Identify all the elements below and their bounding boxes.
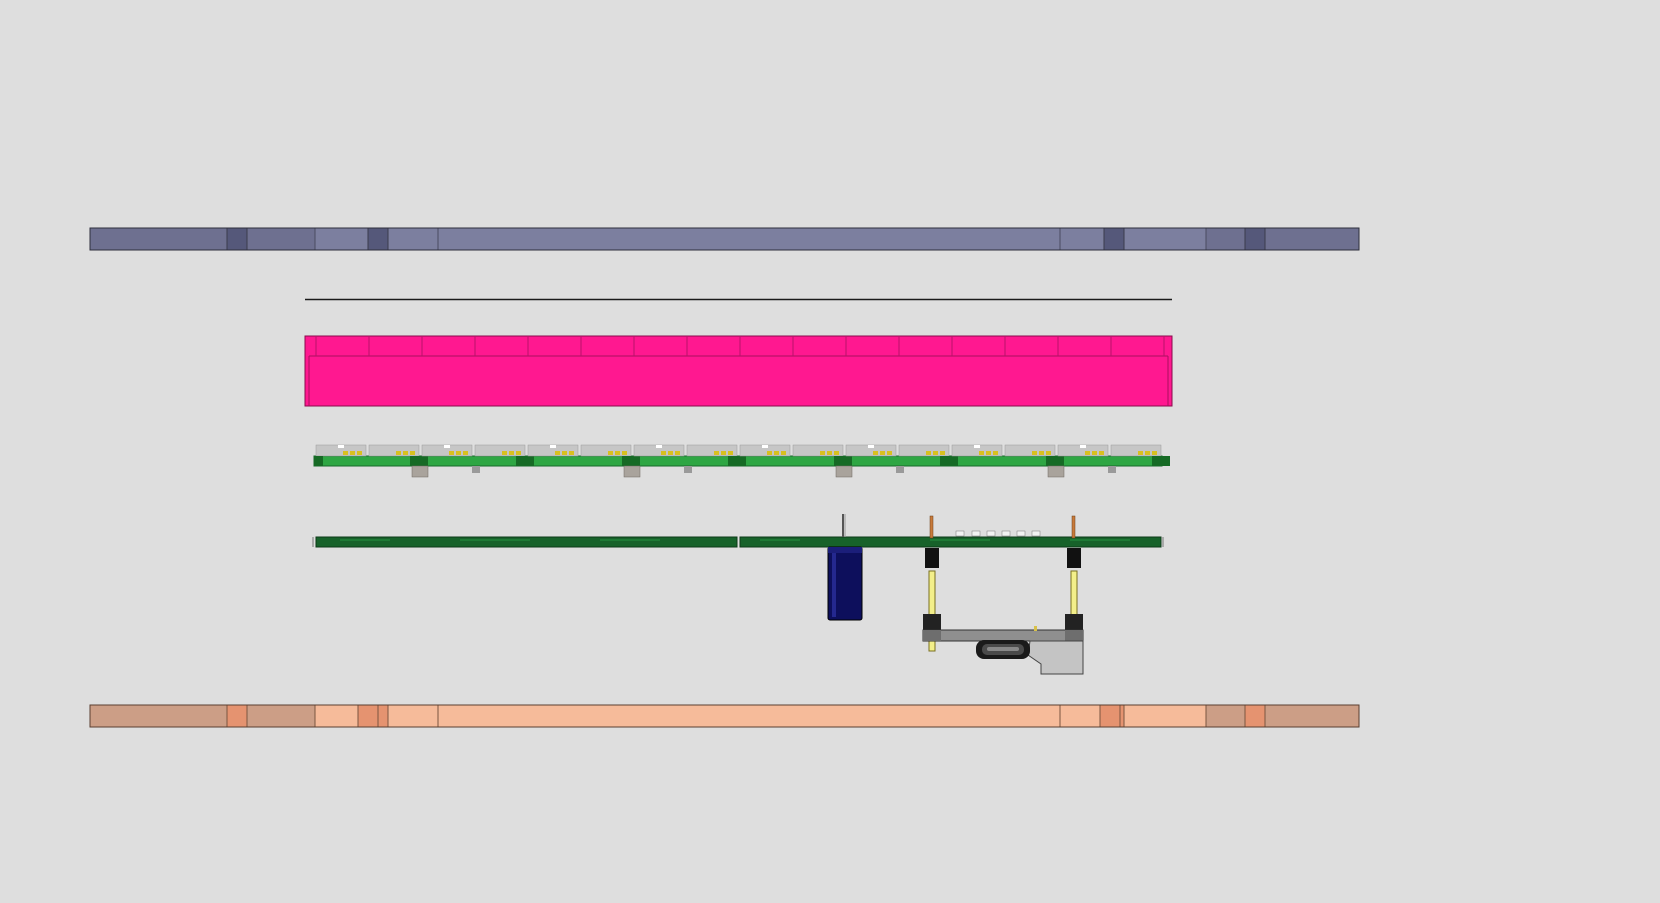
led-pad (1099, 451, 1104, 455)
led-pad (661, 451, 666, 455)
led-pad (933, 451, 938, 455)
led-strip-joint (622, 456, 640, 466)
led-pad (456, 451, 461, 455)
led-marker (974, 445, 980, 448)
led-pad (622, 451, 627, 455)
led-pad (403, 451, 408, 455)
led-standoff-small (684, 466, 692, 473)
led-marker (656, 445, 662, 448)
led-pad (1092, 451, 1097, 455)
bottom-plate[interactable] (89, 704, 1360, 728)
led-strip-joint (940, 456, 958, 466)
led-standoff (411, 465, 429, 478)
led-pad (1046, 451, 1051, 455)
led-pad (410, 451, 415, 455)
led-marker (1080, 445, 1086, 448)
led-standoff (1047, 465, 1065, 478)
led-pad (940, 451, 945, 455)
led-pad (1085, 451, 1090, 455)
assembly-drawing (0, 0, 1660, 898)
led-pad (880, 451, 885, 455)
led-pad (714, 451, 719, 455)
led-pad (608, 451, 613, 455)
led-marker (444, 445, 450, 448)
led-strip-end (314, 456, 323, 466)
led-pad (562, 451, 567, 455)
led-pad (774, 451, 779, 455)
led-pad (767, 451, 772, 455)
led-pad (827, 451, 832, 455)
led-pad (1145, 451, 1150, 455)
led-pad (675, 451, 680, 455)
led-pad (516, 451, 521, 455)
led-pad (926, 451, 931, 455)
led-standoff-small (896, 466, 904, 473)
led-pad (502, 451, 507, 455)
led-pad (1138, 451, 1143, 455)
micro-usb-connector[interactable] (976, 640, 1030, 659)
led-standoff-small (472, 466, 480, 473)
led-pad (357, 451, 362, 455)
led-pad (569, 451, 574, 455)
led-standoff (623, 465, 641, 478)
led-pad (668, 451, 673, 455)
led-strip-joint (410, 456, 428, 466)
top-plate[interactable] (89, 227, 1360, 251)
led-strip-end (1152, 456, 1162, 466)
led-marker (338, 445, 344, 448)
led-strip-joint (1046, 456, 1064, 466)
led-pad (555, 451, 560, 455)
led-pad (1152, 451, 1157, 455)
led-pad (1039, 451, 1044, 455)
led-pad (350, 451, 355, 455)
led-marker (550, 445, 556, 448)
led-strip-joint (728, 456, 746, 466)
led-pad (993, 451, 998, 455)
led-pad (834, 451, 839, 455)
led-pad (873, 451, 878, 455)
led-strip-joint (834, 456, 852, 466)
led-pad (721, 451, 726, 455)
led-pad (887, 451, 892, 455)
led-pad (986, 451, 991, 455)
led-strip-joint (516, 456, 534, 466)
led-pad (509, 451, 514, 455)
led-marker (762, 445, 768, 448)
led-pad (781, 451, 786, 455)
led-pad (463, 451, 468, 455)
led-marker (868, 445, 874, 448)
led-pad (449, 451, 454, 455)
diffuser[interactable] (304, 335, 1173, 407)
led-pad (343, 451, 348, 455)
led-standoff-small (1108, 466, 1116, 473)
led-pad (396, 451, 401, 455)
led-pad (728, 451, 733, 455)
cad-side-view (0, 0, 1660, 898)
led-standoff (835, 465, 853, 478)
led-pad (979, 451, 984, 455)
led-pad (615, 451, 620, 455)
led-pad (1032, 451, 1037, 455)
led-pad (820, 451, 825, 455)
